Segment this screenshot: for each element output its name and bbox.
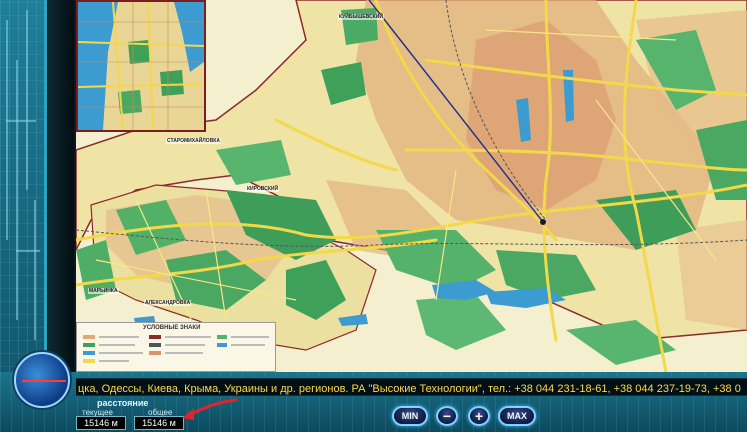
- distance-total-value: 15146 м: [134, 416, 184, 430]
- app-logo: [14, 352, 70, 408]
- map-frame-inner: [48, 0, 74, 372]
- ticker-bar: цка, Одессы, Киева, Крыма, Украины и др.…: [76, 378, 747, 396]
- legend-swatch: [83, 359, 95, 363]
- legend-text-line: [99, 344, 135, 346]
- legend-text-line: [99, 336, 139, 338]
- inset-map[interactable]: [76, 0, 206, 132]
- map-label-starominers: СТАРОМИХАЙЛОВКА: [166, 138, 221, 144]
- legend-swatch: [217, 343, 227, 347]
- zoom-max-button[interactable]: MAX: [498, 406, 536, 426]
- logo-red-line: [22, 380, 66, 382]
- circuit-trace: [6, 20, 8, 240]
- zoom-in-button[interactable]: +: [468, 406, 490, 426]
- legend-text-line: [231, 344, 265, 346]
- legend-text-line: [231, 336, 269, 338]
- legend-text-line: [165, 352, 203, 354]
- map-label-kuibyshev: КУЙБЫШЕВСКИЙ: [338, 14, 384, 20]
- map-legend: УСЛОВНЫЕ ЗНАКИ: [76, 322, 276, 372]
- map-label-maryinka: МАРЬИНКА: [88, 288, 119, 294]
- circuit-trace: [34, 200, 36, 340]
- legend-swatch: [83, 343, 95, 347]
- legend-swatch: [217, 335, 227, 339]
- legend-swatch: [149, 343, 161, 347]
- legend-swatch: [149, 351, 161, 355]
- legend-swatch: [83, 335, 95, 339]
- map-label-kirov: КИРОВСКИЙ: [246, 186, 280, 192]
- map-label-aleksandrovka: АЛЕКСАНДРОВКА: [144, 300, 192, 306]
- legend-swatch: [83, 351, 95, 355]
- legend-text-line: [99, 360, 129, 362]
- circuit-trace: [16, 250, 40, 252]
- circuit-trace: [16, 60, 18, 320]
- legend-text-line: [165, 336, 211, 338]
- red-arrow-annotation: [182, 398, 238, 420]
- inset-map-graphic: [78, 2, 204, 130]
- legend-text-line: [99, 352, 143, 354]
- city-map[interactable]: КУЙБЫШЕВСКИЙ СТАРОМИХАЙЛОВКА КИРОВСКИЙ М…: [76, 0, 747, 372]
- zoom-out-button[interactable]: −: [436, 406, 458, 426]
- legend-text-line: [165, 344, 205, 346]
- circuit-trace: [26, 10, 28, 190]
- ticker-text: цка, Одессы, Киева, Крыма, Украины и др.…: [78, 383, 741, 395]
- legend-swatch: [149, 335, 161, 339]
- circuit-trace: [6, 120, 36, 122]
- zoom-min-button[interactable]: MIN: [392, 406, 428, 426]
- distance-current-value: 15146 м: [76, 416, 126, 430]
- distance-title: расстояние: [97, 398, 149, 408]
- legend-title: УСЛОВНЫЕ ЗНАКИ: [143, 325, 201, 331]
